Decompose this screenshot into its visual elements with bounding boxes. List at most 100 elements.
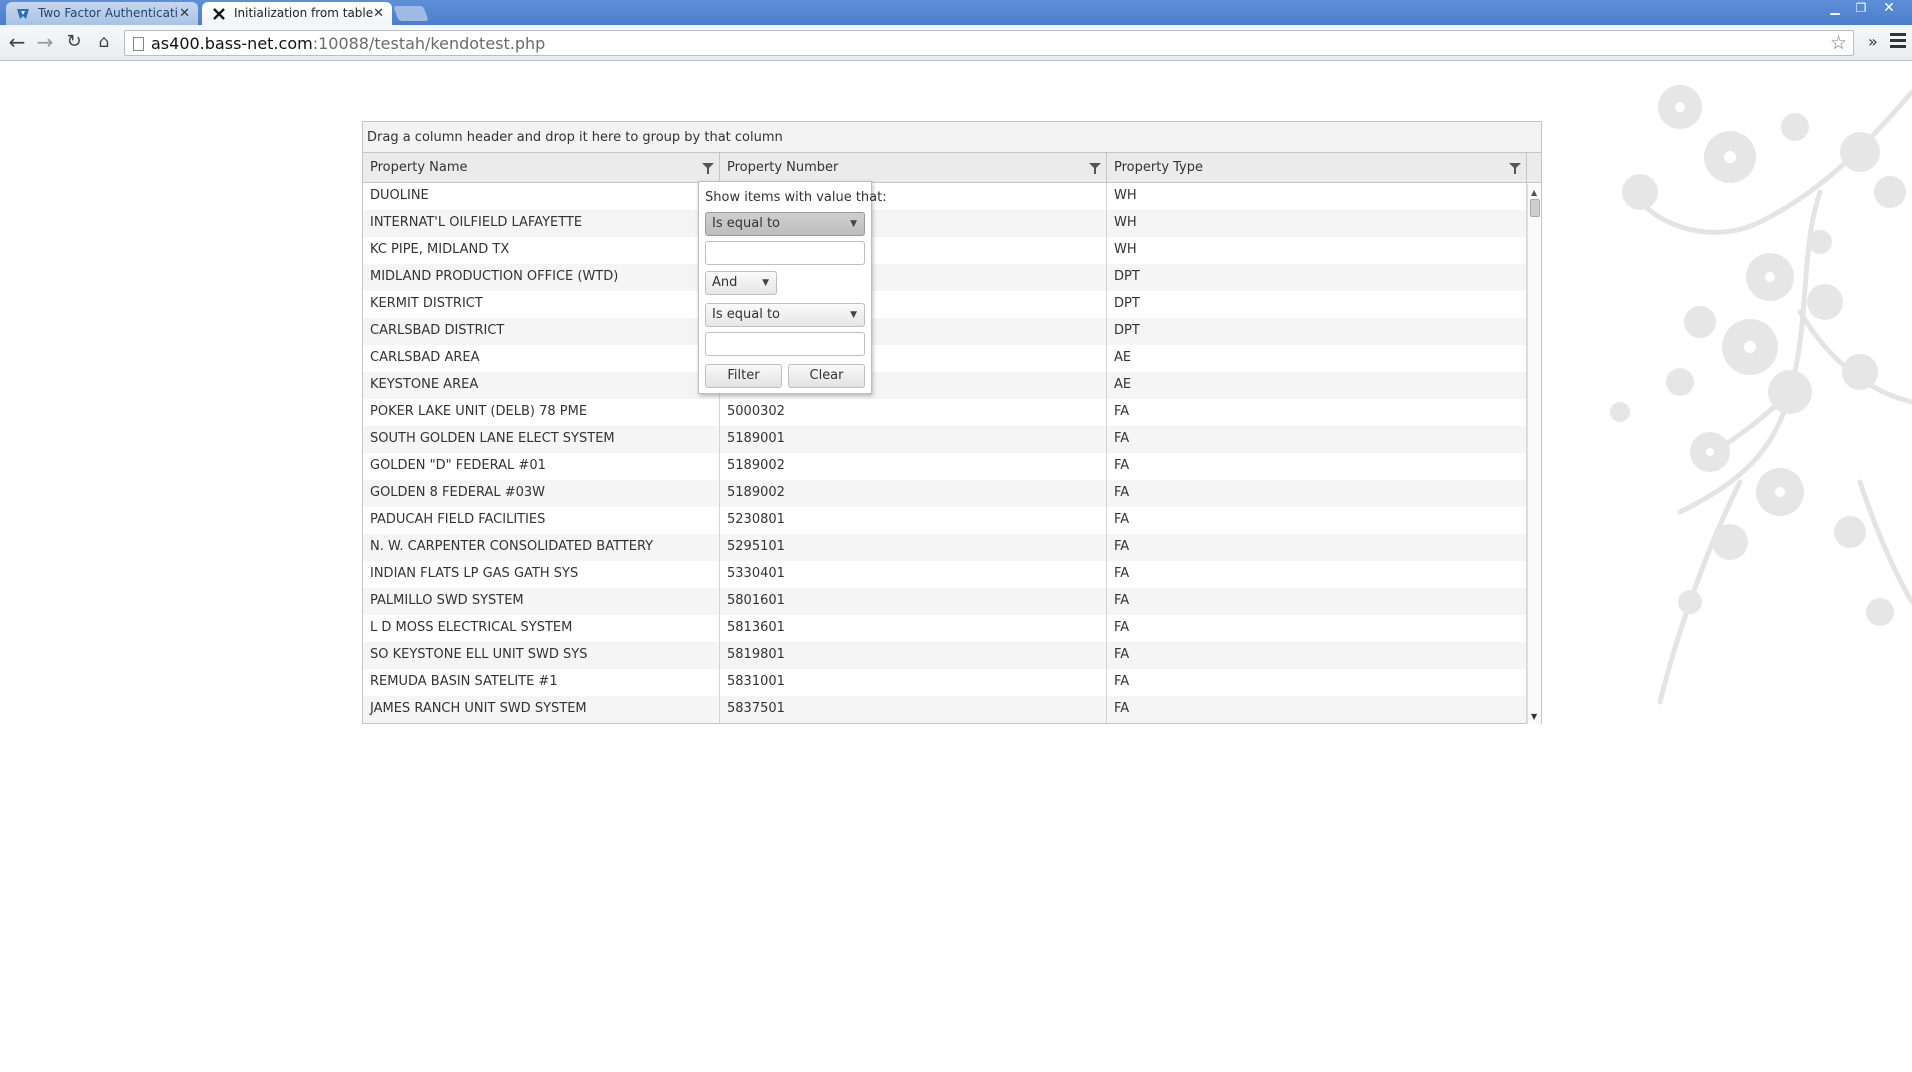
cell-property-name: MIDLAND PRODUCTION OFFICE (WTD): [363, 264, 720, 291]
cell-property-name: DUOLINE: [363, 183, 720, 210]
browser-menu-icon[interactable]: [1890, 33, 1906, 51]
filter-operator-2-dropdown[interactable]: Is equal to ▼: [705, 303, 865, 327]
bookmark-star-icon[interactable]: ☆: [1830, 32, 1847, 54]
cell-property-name: POKER LAKE UNIT (DELB) 78 PME: [363, 399, 720, 426]
cell-property-name: INDIAN FLATS LP GAS GATH SYS: [363, 561, 720, 588]
browser-tab-1[interactable]: Two Factor Authentication fo ✕: [6, 2, 198, 25]
forward-arrow-icon[interactable]: →: [33, 31, 57, 55]
filter-operator-1-dropdown[interactable]: Is equal to ▼: [705, 212, 865, 236]
browser-tab-2[interactable]: Initialization from table ✕: [202, 2, 392, 25]
tab-label: Two Factor Authentication fo: [38, 6, 178, 20]
filter-value-2-input[interactable]: [705, 332, 865, 356]
cell-property-name: SOUTH GOLDEN LANE ELECT SYSTEM: [363, 426, 720, 453]
cell-property-number: 5837501: [720, 696, 1107, 723]
cell-property-name: CARLSBAD AREA: [363, 345, 720, 372]
table-row[interactable]: DUOLINE WH: [363, 183, 1541, 210]
filter-icon[interactable]: [1089, 163, 1101, 174]
back-arrow-icon[interactable]: ←: [5, 31, 29, 55]
clear-button[interactable]: Clear: [788, 364, 865, 388]
new-tab-button[interactable]: [393, 6, 429, 21]
chevron-down-icon: ▼: [850, 219, 857, 229]
page-icon: [133, 37, 144, 51]
close-tab-icon[interactable]: ✕: [373, 2, 384, 25]
url-text[interactable]: as400.bass-net.com:10088/testah/kendotes…: [151, 34, 545, 53]
page-content: Drag a column header and drop it here to…: [0, 62, 1912, 1072]
cell-property-type: FA: [1107, 399, 1527, 426]
cell-property-number: 5189002: [720, 453, 1107, 480]
table-row[interactable]: POKER LAKE UNIT (DELB) 78 PME 5000302 FA: [363, 399, 1541, 426]
column-header-property-name[interactable]: Property Name: [363, 153, 720, 183]
table-row[interactable]: CARLSBAD AREA AE: [363, 345, 1541, 372]
table-row[interactable]: JAMES RANCH UNIT SWD SYSTEM 5837501 FA: [363, 696, 1541, 723]
address-bar[interactable]: as400.bass-net.com:10088/testah/kendotes…: [124, 30, 1854, 56]
cell-property-number: 5230801: [720, 507, 1107, 534]
table-row[interactable]: KEYSTONE AREA AE: [363, 372, 1541, 399]
table-row[interactable]: SOUTH GOLDEN LANE ELECT SYSTEM 5189001 FA: [363, 426, 1541, 453]
table-row[interactable]: MIDLAND PRODUCTION OFFICE (WTD) DPT: [363, 264, 1541, 291]
chevron-down-icon: ▼: [762, 278, 769, 288]
filter-button[interactable]: Filter: [705, 364, 782, 388]
table-row[interactable]: REMUDA BASIN SATELITE #1 5831001 FA: [363, 669, 1541, 696]
cell-property-name: GOLDEN 8 FEDERAL #03W: [363, 480, 720, 507]
cherry-blossom-background-image: [1610, 85, 1912, 705]
filter-icon[interactable]: [1509, 163, 1521, 174]
scroll-up-arrow-icon[interactable]: ▲: [1531, 188, 1537, 197]
cell-property-number: 5831001: [720, 669, 1107, 696]
column-header-label: Property Type: [1114, 160, 1204, 175]
cell-property-name: PALMILLO SWD SYSTEM: [363, 588, 720, 615]
kendo-favicon-icon: [213, 8, 225, 20]
table-row[interactable]: GOLDEN 8 FEDERAL #03W 5189002 FA: [363, 480, 1541, 507]
home-icon[interactable]: ⌂: [92, 31, 116, 55]
vertical-scrollbar[interactable]: ▲ ▼: [1527, 184, 1541, 724]
cell-property-number: 5295101: [720, 534, 1107, 561]
maximize-icon[interactable]: ❐: [1850, 0, 1872, 18]
url-host: as400.bass-net.com: [151, 34, 313, 53]
table-row[interactable]: CARLSBAD DISTRICT DPT: [363, 318, 1541, 345]
cell-property-name: CARLSBAD DISTRICT: [363, 318, 720, 345]
cell-property-name: GOLDEN "D" FEDERAL #01: [363, 453, 720, 480]
cell-property-name: KERMIT DISTRICT: [363, 291, 720, 318]
cell-property-name: SO KEYSTONE ELL UNIT SWD SYS: [363, 642, 720, 669]
cell-property-type: AE: [1107, 372, 1527, 399]
table-row[interactable]: N. W. CARPENTER CONSOLIDATED BATTERY 5295…: [363, 534, 1541, 561]
table-row[interactable]: KERMIT DISTRICT DPT: [363, 291, 1541, 318]
table-row[interactable]: PADUCAH FIELD FACILITIES 5230801 FA: [363, 507, 1541, 534]
property-grid: Drag a column header and drop it here to…: [362, 121, 1542, 724]
table-row[interactable]: INTERNAT'L OILFIELD LAFAYETTE WH: [363, 210, 1541, 237]
filter-logic-dropdown[interactable]: And ▼: [705, 271, 777, 295]
reload-icon[interactable]: ↻: [62, 31, 86, 55]
table-row[interactable]: PALMILLO SWD SYSTEM 5801601 FA: [363, 588, 1541, 615]
cell-property-type: WH: [1107, 183, 1527, 210]
cell-property-number: 5189001: [720, 426, 1107, 453]
filter-value-1-input[interactable]: [705, 241, 865, 265]
cell-property-type: DPT: [1107, 318, 1527, 345]
shield-favicon-icon: [17, 9, 29, 19]
grid-header-row: Property Name Property Number Property T…: [363, 153, 1541, 183]
close-window-icon[interactable]: ✕: [1878, 0, 1900, 18]
close-tab-icon[interactable]: ✕: [179, 2, 190, 25]
cell-property-type: FA: [1107, 480, 1527, 507]
dropdown-value: Is equal to: [712, 216, 780, 231]
column-header-property-type[interactable]: Property Type: [1107, 153, 1527, 183]
cell-property-name: JAMES RANCH UNIT SWD SYSTEM: [363, 696, 720, 723]
table-row[interactable]: SO KEYSTONE ELL UNIT SWD SYS 5819801 FA: [363, 642, 1541, 669]
table-row[interactable]: L D MOSS ELECTRICAL SYSTEM 5813601 FA: [363, 615, 1541, 642]
filter-icon[interactable]: [702, 163, 714, 174]
group-drop-area[interactable]: Drag a column header and drop it here to…: [363, 122, 1541, 153]
cell-property-type: FA: [1107, 507, 1527, 534]
table-row[interactable]: KC PIPE, MIDLAND TX WH: [363, 237, 1541, 264]
cell-property-number: 5819801: [720, 642, 1107, 669]
table-row[interactable]: GOLDEN "D" FEDERAL #01 5189002 FA: [363, 453, 1541, 480]
cell-property-name: PADUCAH FIELD FACILITIES: [363, 507, 720, 534]
table-row[interactable]: INDIAN FLATS LP GAS GATH SYS 5330401 FA: [363, 561, 1541, 588]
cell-property-type: DPT: [1107, 291, 1527, 318]
column-header-property-number[interactable]: Property Number: [720, 153, 1107, 183]
cell-property-type: FA: [1107, 669, 1527, 696]
scroll-down-arrow-icon[interactable]: ▼: [1531, 712, 1537, 721]
chevron-down-icon: ▼: [850, 310, 857, 320]
extensions-overflow-icon[interactable]: »: [1868, 32, 1878, 51]
minimize-icon[interactable]: ▁: [1824, 0, 1846, 18]
scrollbar-thumb[interactable]: [1530, 199, 1540, 217]
cell-property-type: FA: [1107, 696, 1527, 723]
filter-menu-title: Show items with value that:: [705, 190, 887, 205]
